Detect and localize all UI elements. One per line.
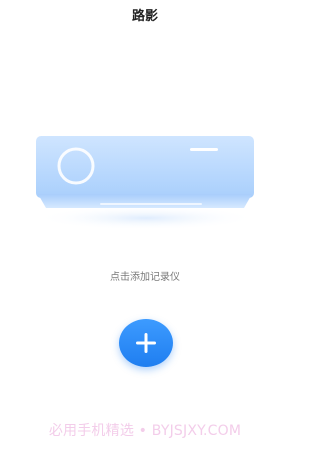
page-title: 路影 <box>131 9 158 24</box>
watermark: 必用手机精选 • BYJSJXY.COM <box>48 423 242 439</box>
device-illustration <box>30 130 262 230</box>
add-recorder-button[interactable] <box>119 319 173 367</box>
empty-state-hint: 点击添加记录仪 <box>110 272 180 283</box>
plus-icon <box>136 333 156 353</box>
